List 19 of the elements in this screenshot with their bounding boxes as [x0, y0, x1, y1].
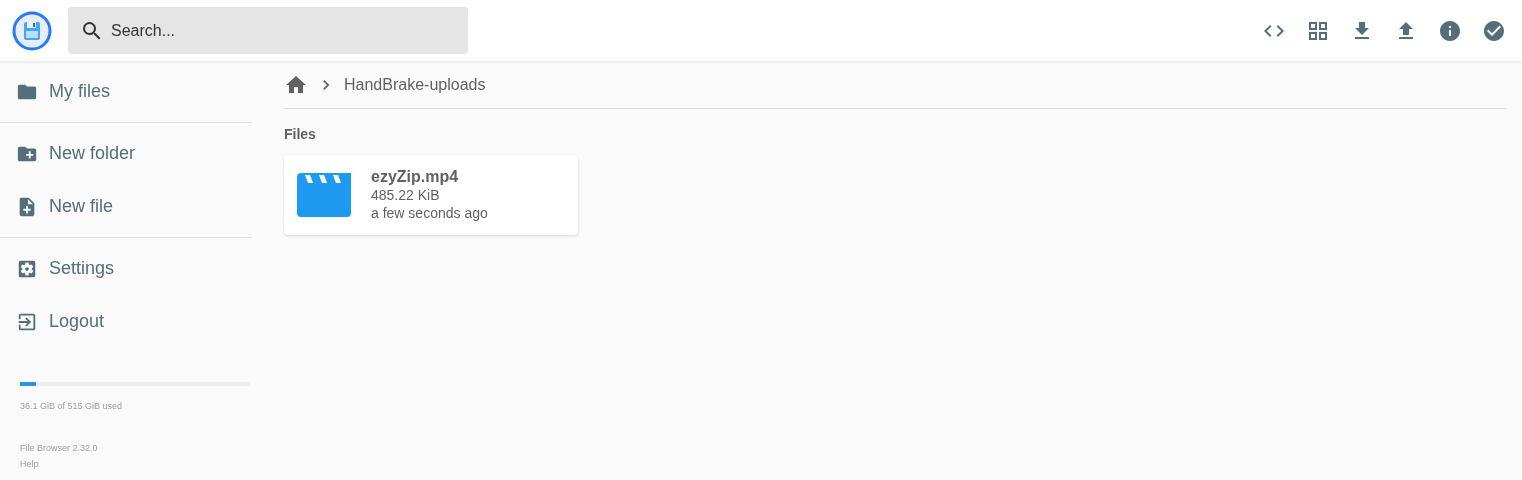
sidebar-item[interactable]: Logout: [0, 295, 252, 348]
breadcrumb-link[interactable]: HandBrake-uploads: [344, 72, 486, 97]
clapperboard-icon: [297, 173, 351, 217]
version-text: File Browser 2.32.0: [20, 441, 99, 455]
sidebar-item[interactable]: New file: [0, 180, 252, 233]
info-button[interactable]: [1438, 18, 1462, 43]
section-heading: Files: [284, 125, 317, 144]
file-size: 485.22 KiB: [371, 186, 441, 204]
check-circle-button[interactable]: [1482, 18, 1506, 43]
sidebar-item[interactable]: New folder: [0, 127, 252, 180]
storage-usage-text: 36.1 GiB of 515 GiB used: [20, 400, 124, 413]
file-card[interactable]: ezyZip.mp4 485.22 KiB a few seconds ago: [284, 155, 578, 235]
search-field[interactable]: Search...: [68, 7, 468, 54]
file-name: ezyZip.mp4: [371, 168, 460, 186]
file-modified: a few seconds ago: [371, 204, 488, 222]
floppy-disk-logo[interactable]: [12, 10, 52, 51]
sidebar-item[interactable]: My files: [0, 65, 252, 118]
sidebar-item[interactable]: Settings: [0, 242, 252, 295]
help-link[interactable]: Help: [20, 458, 232, 472]
